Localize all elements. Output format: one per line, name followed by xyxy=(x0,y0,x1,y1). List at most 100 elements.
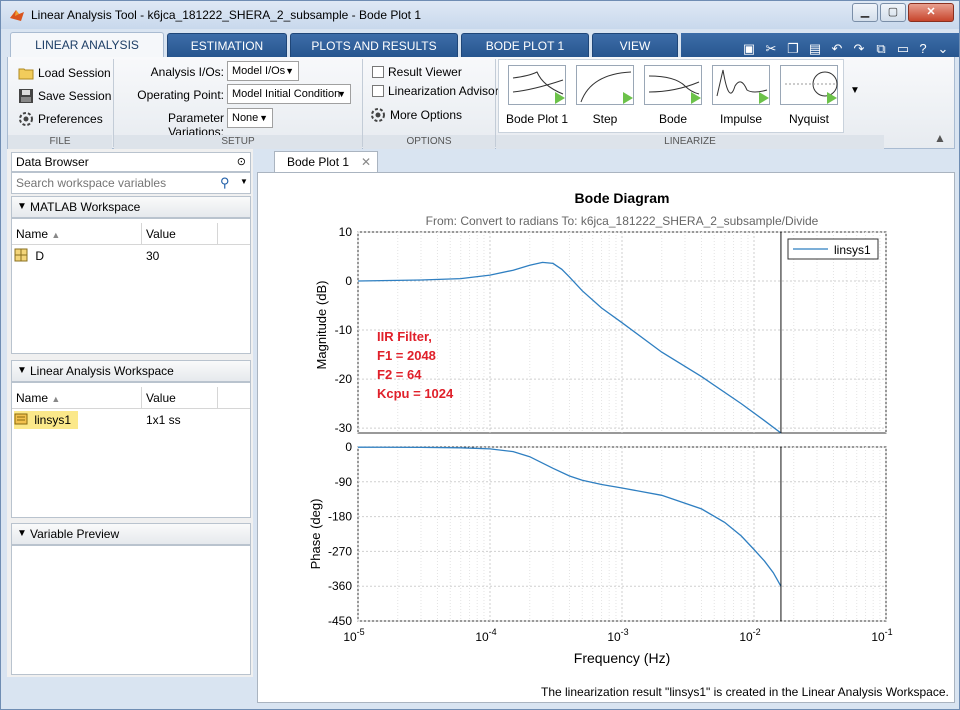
switch-windows-icon[interactable]: ⧉ xyxy=(871,40,891,58)
y-tick-label: 10 xyxy=(339,225,353,239)
bode-plot-1-thumbnail[interactable] xyxy=(508,65,566,105)
table-row[interactable]: linsys1 xyxy=(14,411,78,429)
bode-label: Bode xyxy=(658,112,688,126)
linear-analysis-workspace-header[interactable]: ▼ Linear Analysis Workspace xyxy=(11,360,251,382)
tab-bode-plot-1[interactable]: BODE PLOT 1 xyxy=(461,33,589,57)
column-name-label: Name xyxy=(16,391,49,405)
annotation-line: Kcpu = 1024 xyxy=(377,386,454,401)
analysis-ios-dropdown[interactable]: Model I/Os ▼ xyxy=(227,61,299,81)
variable-name: linsys1 xyxy=(34,413,72,427)
y-tick-label: -180 xyxy=(328,510,352,524)
chevron-down-icon[interactable]: ⊙ xyxy=(237,153,246,171)
ribbon: Load Session Save Session Preferences FI… xyxy=(7,57,955,149)
magnitude-axis-label: Magnitude (dB) xyxy=(314,281,329,370)
tab-linear-analysis[interactable]: LINEAR ANALYSIS xyxy=(10,32,164,58)
help-icon[interactable]: ? xyxy=(913,40,933,58)
lti-system-icon xyxy=(14,413,28,425)
column-header-value[interactable]: Value xyxy=(142,223,218,245)
close-icon[interactable]: ✕ xyxy=(361,152,371,172)
x-tick-exponent: -4 xyxy=(489,627,497,637)
variable-preview-header[interactable]: ▼ Variable Preview xyxy=(11,523,251,545)
load-session-button[interactable]: Load Session xyxy=(18,65,111,81)
linearization-advisor-checkbox[interactable]: Linearization Advisor xyxy=(372,84,499,98)
search-box: ⚲ ▼ xyxy=(11,172,251,194)
legend[interactable]: linsys1 xyxy=(787,238,879,260)
ribbon-separator xyxy=(495,59,496,147)
result-viewer-checkbox[interactable]: Result Viewer xyxy=(372,65,462,79)
collapse-triangle-icon: ▼ xyxy=(17,201,27,212)
paste-icon[interactable]: ▤ xyxy=(805,40,825,58)
parameter-variations-dropdown[interactable]: None ▼ xyxy=(227,108,273,128)
checkbox-box xyxy=(372,66,384,78)
x-tick-exponent: -1 xyxy=(885,627,893,637)
collapse-triangle-icon: ▼ xyxy=(17,365,27,376)
tab-view[interactable]: VIEW xyxy=(592,33,678,57)
column-header-spacer xyxy=(218,223,250,245)
x-tick-exponent: -3 xyxy=(621,627,629,637)
matlab-workspace-header[interactable]: ▼ MATLAB Workspace xyxy=(11,196,251,218)
x-tick-labels: 10-5 10-4 10-3 10-2 10-1 xyxy=(343,627,892,644)
gallery-expand-icon[interactable]: ▼ xyxy=(850,85,860,96)
doc-tab-bode-plot-1[interactable]: Bode Plot 1 ✕ xyxy=(274,151,378,173)
legend-entry: linsys1 xyxy=(834,243,871,257)
ribbon-separator xyxy=(362,59,363,147)
tab-plots-and-results[interactable]: PLOTS AND RESULTS xyxy=(290,33,458,57)
ribbon-separator xyxy=(113,59,114,147)
variable-value: 1x1 ss xyxy=(146,413,181,427)
save-session-button[interactable]: Save Session xyxy=(18,88,111,104)
data-browser-title: Data Browser xyxy=(16,155,89,169)
chevron-down-icon[interactable]: ▼ xyxy=(240,177,248,186)
nyquist-icon xyxy=(785,71,838,104)
sort-asc-icon: ▲ xyxy=(51,394,61,404)
step-thumbnail[interactable] xyxy=(576,65,634,105)
load-session-label: Load Session xyxy=(38,66,111,80)
bode-diagram[interactable]: Bode Diagram From: Convert to radians To… xyxy=(258,173,956,704)
collapse-icon[interactable]: ⌄ xyxy=(933,40,953,58)
minimize-ribbon-icon[interactable]: ▲ xyxy=(934,131,946,145)
table-row[interactable]: D xyxy=(14,247,142,265)
search-input[interactable] xyxy=(14,174,214,192)
analysis-ios-value: Model I/Os xyxy=(232,65,286,77)
x-tick-label: 10-5 xyxy=(343,627,364,644)
variable-preview-area xyxy=(11,545,251,675)
cut-icon[interactable]: ✂ xyxy=(761,40,781,58)
x-axis-label: Frequency (Hz) xyxy=(574,650,670,666)
group-label-options: OPTIONS xyxy=(363,135,495,149)
tab-estimation[interactable]: ESTIMATION xyxy=(167,33,287,57)
group-label-setup: SETUP xyxy=(114,135,362,149)
save-icon[interactable]: ▣ xyxy=(739,40,759,58)
close-button[interactable]: ✕ xyxy=(908,3,954,22)
x-tick-label: 10-2 xyxy=(739,627,760,644)
bode-thumbnail[interactable] xyxy=(644,65,702,105)
y-tick-label: 0 xyxy=(345,274,352,288)
operating-point-label: Operating Point: xyxy=(137,88,224,102)
step-label: Step xyxy=(592,112,618,126)
column-header-name[interactable]: Name ▲ xyxy=(12,223,142,245)
impulse-label: Impulse xyxy=(719,112,763,126)
y-tick-label: -30 xyxy=(335,421,353,435)
column-header-value[interactable]: Value xyxy=(142,387,218,409)
nyquist-thumbnail[interactable] xyxy=(780,65,838,105)
search-icon[interactable]: ⚲ xyxy=(220,175,230,191)
x-tick-label: 10-1 xyxy=(871,627,892,644)
chevron-down-icon: ▼ xyxy=(337,89,346,99)
group-label-file: FILE xyxy=(8,135,112,149)
variable-value: 30 xyxy=(146,249,160,263)
operating-point-dropdown[interactable]: Model Initial Condition ▼ xyxy=(227,84,351,104)
maximize-button[interactable]: ▢ xyxy=(880,3,906,22)
chevron-down-icon: ▼ xyxy=(259,113,268,123)
undo-icon[interactable]: ↶ xyxy=(827,40,847,58)
data-browser-header: Data Browser ⊙ xyxy=(11,152,251,172)
copy-icon[interactable]: ❐ xyxy=(783,40,803,58)
more-options-button[interactable]: More Options xyxy=(370,107,462,123)
column-header-name[interactable]: Name ▲ xyxy=(12,387,142,409)
x-tick-exponent: -2 xyxy=(753,627,761,637)
collapse-triangle-icon: ▼ xyxy=(17,528,27,539)
doc-tab-label: Bode Plot 1 xyxy=(287,155,350,169)
redo-icon[interactable]: ↷ xyxy=(849,40,869,58)
preferences-button[interactable]: Preferences xyxy=(18,111,103,127)
impulse-thumbnail[interactable] xyxy=(712,65,770,105)
layout-icon[interactable]: ▭ xyxy=(893,40,913,58)
ribbon-tabs: LINEAR ANALYSIS ESTIMATION PLOTS AND RES… xyxy=(1,29,959,58)
minimize-button[interactable]: ▁ xyxy=(852,3,878,22)
